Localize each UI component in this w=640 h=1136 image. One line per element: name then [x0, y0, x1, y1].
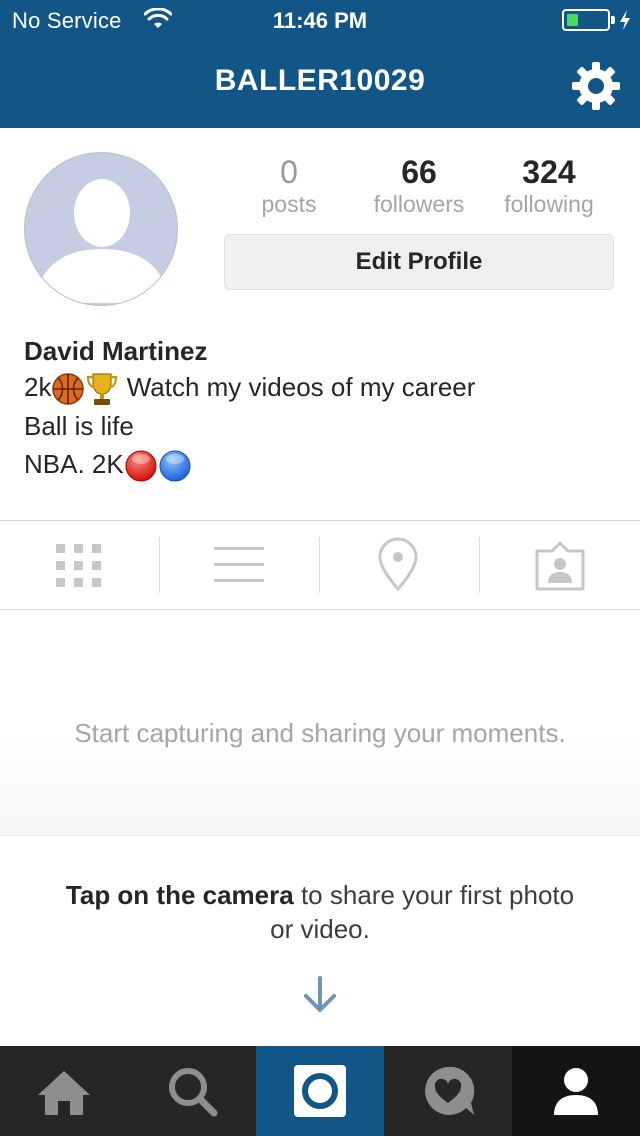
following-label: following — [504, 191, 594, 217]
battery-icon — [562, 9, 610, 31]
bio-line-1-text: Watch my videos of my career — [126, 372, 476, 402]
tab-map[interactable] — [320, 521, 480, 609]
followers-label: followers — [373, 191, 465, 217]
tab-profile[interactable] — [512, 1046, 640, 1136]
bio-line-1: 2k Watch my videos of my career — [24, 368, 624, 407]
tab-bar — [0, 1046, 640, 1136]
bio: David Martinez 2k Watch my videos of my … — [24, 334, 624, 483]
tagged-photos-icon — [535, 541, 585, 591]
empty-state-message: Start capturing and sharing your moments… — [74, 718, 566, 748]
empty-posts-section: Start capturing and sharing your moments… — [0, 610, 640, 836]
gear-icon[interactable] — [570, 60, 622, 112]
battery-level — [567, 14, 578, 26]
tab-tagged[interactable] — [480, 521, 640, 609]
status-bar: No Service 11:46 PM — [0, 0, 640, 40]
tab-home[interactable] — [0, 1046, 128, 1136]
arrow-down-icon — [304, 976, 336, 1012]
edit-profile-button[interactable]: Edit Profile — [224, 234, 614, 290]
view-tabs — [0, 520, 640, 610]
tab-search[interactable] — [128, 1046, 256, 1136]
stat-following[interactable]: 324 following — [484, 152, 614, 216]
posts-label: posts — [261, 191, 317, 217]
battery-tip — [611, 16, 615, 24]
posts-count: 0 — [280, 154, 298, 190]
bio-line-1-prefix: 2k — [24, 372, 52, 402]
followers-count: 66 — [401, 154, 437, 190]
tab-activity[interactable] — [384, 1046, 512, 1136]
username-title: BALLER10029 — [214, 64, 426, 97]
camera-hint: Tap on the camera to share your first ph… — [60, 878, 580, 946]
following-count: 324 — [522, 154, 576, 190]
camera-hint-rest: to share your first photo or video. — [270, 880, 575, 944]
tab-list[interactable] — [160, 521, 320, 609]
bio-line-3-text: NBA. 2K — [24, 449, 124, 480]
basketball-emoji — [52, 373, 85, 405]
trophy-emoji — [87, 373, 118, 406]
list-icon — [214, 547, 264, 582]
stat-followers[interactable]: 66 followers — [354, 152, 484, 216]
home-icon — [38, 1071, 90, 1115]
tab-camera[interactable] — [256, 1046, 384, 1136]
profile-name: David Martinez — [24, 336, 208, 366]
bio-line-2: Ball is life — [24, 411, 134, 442]
bio-line-3: NBA. 2K — [24, 445, 624, 483]
location-pin-icon — [378, 537, 418, 592]
grid-icon — [56, 544, 101, 587]
profile-icon — [554, 1068, 598, 1115]
stat-posts[interactable]: 0 posts — [224, 152, 354, 216]
blue-circle-emoji — [159, 450, 191, 482]
red-circle-emoji — [125, 450, 157, 482]
camera-hint-bold: Tap on the camera — [65, 880, 294, 910]
header: No Service 11:46 PM BALLER10029 — [0, 0, 640, 128]
charging-bolt-icon — [620, 10, 630, 30]
default-avatar-silhouette-icon — [35, 179, 169, 303]
tab-grid[interactable] — [0, 521, 160, 609]
avatar[interactable] — [24, 152, 178, 306]
search-icon — [169, 1068, 218, 1117]
activity-icon — [425, 1066, 475, 1115]
camera-icon — [294, 1065, 346, 1117]
clock: 11:46 PM — [272, 8, 368, 33]
